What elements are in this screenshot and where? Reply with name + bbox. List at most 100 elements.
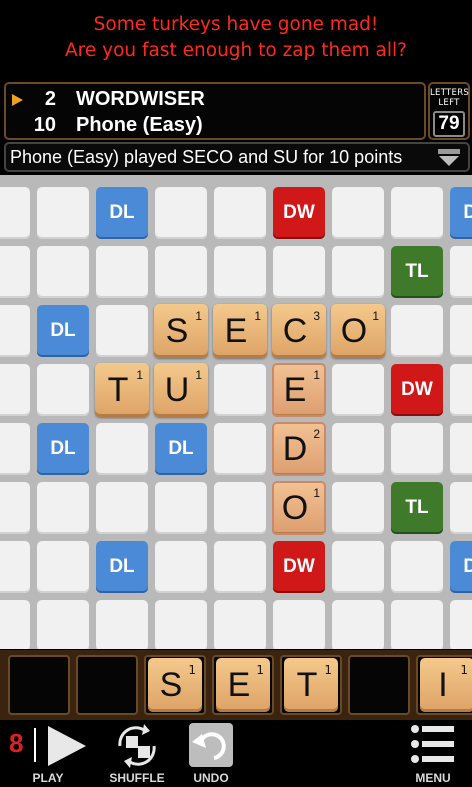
board-square[interactable] (450, 600, 472, 649)
last-move-bar[interactable]: Phone (Easy) played SECO and SU for 10 p… (4, 142, 470, 172)
board-square[interactable] (0, 600, 30, 649)
chevron-down-icon[interactable] (436, 147, 462, 167)
board-square[interactable] (391, 305, 443, 357)
play-icon (48, 726, 86, 766)
rack-tile[interactable]: I1 (420, 658, 472, 712)
board-square[interactable] (450, 423, 472, 475)
board-square[interactable] (96, 305, 148, 357)
tile-value: 1 (195, 309, 202, 323)
menu-button[interactable]: MENU (400, 720, 466, 787)
player-name: WORDWISER (76, 88, 205, 110)
board-tile: O1 (331, 304, 385, 358)
board-square[interactable] (155, 541, 207, 593)
tile-letter: E (224, 312, 248, 350)
board-square[interactable] (37, 541, 89, 593)
board-square[interactable] (37, 482, 89, 534)
board-square[interactable] (450, 364, 472, 416)
bonus-square-dw[interactable]: DW (273, 187, 325, 239)
board-square[interactable] (37, 187, 89, 239)
tile-value: 1 (254, 309, 261, 323)
tile-letter: I (438, 666, 448, 704)
menu-label: MENU (415, 771, 451, 785)
bonus-square-dw[interactable]: DW (391, 364, 443, 416)
board-square[interactable] (96, 482, 148, 534)
undo-button[interactable]: UNDO (178, 720, 244, 787)
board-square[interactable] (96, 423, 148, 475)
bonus-square-dl[interactable]: DL (96, 187, 148, 239)
board-square[interactable] (332, 482, 384, 534)
board-square[interactable] (332, 187, 384, 239)
tile-value: 2 (313, 427, 320, 441)
board-square[interactable] (391, 423, 443, 475)
board-square[interactable] (37, 364, 89, 416)
bonus-square-dw[interactable]: DW (273, 541, 325, 593)
board-square[interactable] (155, 187, 207, 239)
tile-value: 1 (372, 309, 379, 323)
tile-letter: E (283, 371, 307, 409)
rack-tile[interactable]: T1 (284, 658, 338, 712)
rack-tile[interactable]: E1 (216, 658, 270, 712)
board-square[interactable] (332, 364, 384, 416)
rack-slot[interactable] (76, 655, 138, 715)
board-square[interactable] (0, 482, 30, 534)
board-square[interactable] (155, 246, 207, 298)
board-square[interactable] (273, 246, 325, 298)
board-square[interactable] (214, 541, 266, 593)
turn-arrow-icon (12, 94, 23, 106)
shuffle-label: SHUFFLE (109, 771, 165, 785)
bonus-square-dl[interactable]: DL (155, 423, 207, 475)
tile-letter: E (227, 666, 251, 704)
board-square[interactable] (450, 246, 472, 298)
board-square[interactable] (0, 246, 30, 298)
board-square[interactable] (214, 246, 266, 298)
board-square[interactable] (450, 305, 472, 357)
rack-slot[interactable] (8, 655, 70, 715)
board-square[interactable] (391, 541, 443, 593)
board-square[interactable] (214, 423, 266, 475)
player-score: 10 (33, 114, 56, 136)
rack-slot[interactable] (348, 655, 410, 715)
board-square[interactable] (155, 600, 207, 649)
board-square[interactable] (155, 482, 207, 534)
board-square[interactable] (214, 364, 266, 416)
board-square[interactable] (96, 246, 148, 298)
game-board[interactable]: DLDWDLTLDLDWDLDLTLDLDWDLS1E1C3O1T1U1E1D2… (0, 175, 472, 649)
bonus-square-tl[interactable]: TL (391, 246, 443, 298)
tile-value: 1 (195, 368, 202, 382)
bonus-square-tl[interactable]: TL (391, 482, 443, 534)
board-square[interactable] (0, 423, 30, 475)
board-square[interactable] (0, 364, 30, 416)
board-square[interactable] (214, 187, 266, 239)
tile-value: 1 (460, 663, 468, 677)
rack-tile[interactable]: S1 (148, 658, 202, 712)
shuffle-button[interactable]: SHUFFLE (100, 720, 174, 787)
tile-letter: T (296, 666, 318, 704)
board-square[interactable] (391, 187, 443, 239)
bonus-square-dl[interactable]: DL (96, 541, 148, 593)
bonus-square-dl[interactable]: DL (450, 541, 472, 593)
bonus-square-dl[interactable]: DL (37, 305, 89, 357)
ad-line-2: Are you fast enough to zap them all? (65, 40, 407, 61)
board-square[interactable] (450, 482, 472, 534)
board-square[interactable] (214, 600, 266, 649)
board-square[interactable] (332, 541, 384, 593)
bonus-square-dl[interactable]: DL (450, 187, 472, 239)
board-square[interactable] (332, 246, 384, 298)
board-square[interactable] (0, 541, 30, 593)
board-square[interactable] (332, 423, 384, 475)
ad-banner[interactable]: Some turkeys have gone mad! Are you fast… (0, 0, 472, 80)
play-button[interactable]: 8 PLAY (0, 720, 96, 787)
board-square[interactable] (332, 600, 384, 649)
board-square[interactable] (391, 600, 443, 649)
board-square[interactable] (37, 600, 89, 649)
board-square[interactable] (0, 305, 30, 357)
tile-value: 1 (324, 663, 332, 677)
tile-rack[interactable]: S1E1T1I1 (0, 650, 472, 720)
board-square[interactable] (0, 187, 30, 239)
bonus-square-dl[interactable]: DL (37, 423, 89, 475)
board-square[interactable] (273, 600, 325, 649)
board-square[interactable] (96, 600, 148, 649)
board-square[interactable] (37, 246, 89, 298)
player-row: 2 WORDWISER (6, 86, 424, 112)
board-square[interactable] (214, 482, 266, 534)
